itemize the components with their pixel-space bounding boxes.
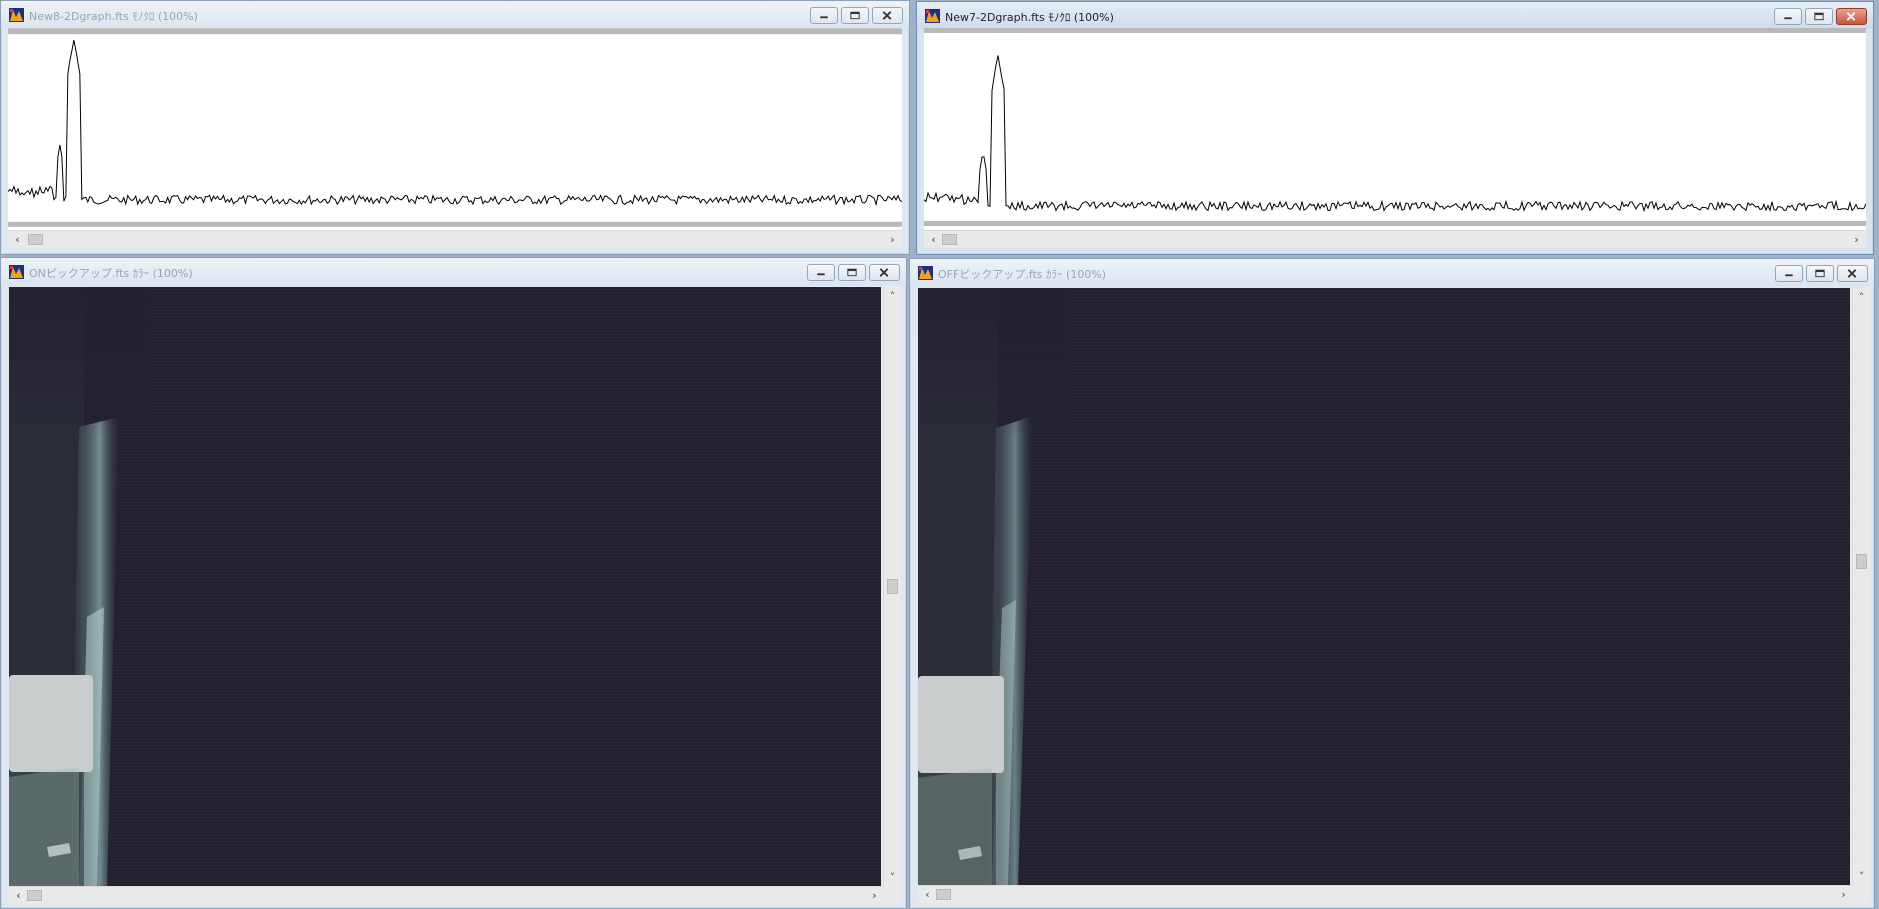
scroll-thumb[interactable] <box>887 579 898 594</box>
camera-image-content <box>9 287 149 887</box>
scroll-thumb[interactable] <box>1856 554 1867 569</box>
resize-grip[interactable] <box>884 887 901 904</box>
close-icon <box>882 11 892 20</box>
plot-top-bar <box>8 28 902 35</box>
spectrum-plot <box>8 28 902 227</box>
horizontal-scrollbar[interactable]: ‹ › <box>8 230 902 248</box>
minimize-button[interactable] <box>810 7 838 24</box>
fits-app-icon <box>918 266 933 280</box>
fits-app-icon <box>9 8 24 22</box>
maximize-button[interactable] <box>1805 8 1833 25</box>
close-icon <box>879 268 889 277</box>
vertical-scrollbar[interactable]: ˄ ˅ <box>883 287 901 887</box>
scroll-right-button[interactable]: › <box>867 888 882 903</box>
horizontal-scrollbar[interactable]: ‹ › <box>924 230 1866 248</box>
maximize-button[interactable] <box>838 264 866 281</box>
maximize-icon <box>1815 269 1825 278</box>
scroll-left-button[interactable]: ‹ <box>10 232 25 247</box>
image-area: ˄ ˅ ‹ › <box>9 287 901 904</box>
plot-top-bar <box>924 28 1866 33</box>
title-bar[interactable]: OFFピックアップ.fts ｶﾗｰ (100%) <box>910 259 1874 286</box>
minimize-icon <box>1785 274 1793 277</box>
vertical-scrollbar[interactable]: ˄ ˅ <box>1852 288 1870 886</box>
title-bar[interactable]: New8-2Dgraph.fts ﾓﾉｸﾛ (100%) <box>1 1 909 28</box>
fits-app-icon <box>9 265 24 279</box>
horizontal-scrollbar[interactable]: ‹ › <box>9 886 884 904</box>
scroll-thumb[interactable] <box>936 889 951 900</box>
camera-image-content <box>918 288 1068 886</box>
scroll-left-button[interactable]: ‹ <box>920 887 935 902</box>
scroll-right-button[interactable]: › <box>885 232 900 247</box>
graph-window-new8[interactable]: New8-2Dgraph.fts ﾓﾉｸﾛ (100%) ‹ › <box>0 0 910 255</box>
window-title: New7-2Dgraph.fts ﾓﾉｸﾛ (100%) <box>945 11 1114 24</box>
scroll-down-button[interactable]: ˅ <box>1854 869 1869 884</box>
minimize-icon <box>820 16 828 19</box>
scroll-right-button[interactable]: › <box>1849 232 1864 247</box>
minimize-button[interactable] <box>1775 265 1803 282</box>
minimize-button[interactable] <box>1774 8 1802 25</box>
maximize-icon <box>847 268 857 277</box>
resize-grip[interactable] <box>1853 886 1870 903</box>
maximize-button[interactable] <box>1806 265 1834 282</box>
plot-bottom-bar <box>8 221 902 227</box>
spectrum-trace <box>8 39 902 207</box>
minimize-button[interactable] <box>807 264 835 281</box>
plot-bottom-bar <box>924 221 1866 226</box>
maximize-button[interactable] <box>841 7 869 24</box>
graph-area: ‹ › <box>8 28 902 248</box>
graph-window-new7[interactable]: New7-2Dgraph.fts ﾓﾉｸﾛ (100%) ‹ › <box>916 1 1874 255</box>
window-title: New8-2Dgraph.fts ﾓﾉｸﾛ (100%) <box>29 10 198 23</box>
horizontal-scrollbar[interactable]: ‹ › <box>918 885 1853 903</box>
graph-area: ‹ › <box>924 28 1866 248</box>
close-button[interactable] <box>869 264 900 281</box>
close-button[interactable] <box>1836 8 1867 25</box>
close-icon <box>1846 12 1856 21</box>
spectrum-trace <box>924 55 1866 213</box>
window-title: OFFピックアップ.fts ｶﾗｰ (100%) <box>938 268 1107 281</box>
scroll-left-button[interactable]: ‹ <box>11 888 26 903</box>
close-button[interactable] <box>872 7 903 24</box>
spectrum-plot <box>924 28 1866 226</box>
close-icon <box>1847 269 1857 278</box>
scroll-up-button[interactable]: ˄ <box>1854 290 1869 305</box>
title-bar[interactable]: ONピックアップ.fts ｶﾗｰ (100%) <box>1 258 906 285</box>
fits-app-icon <box>925 9 940 23</box>
scroll-right-button[interactable]: › <box>1836 887 1851 902</box>
image-window-off-pickup[interactable]: OFFピックアップ.fts ｶﾗｰ (100%) ˄ ˅ ‹ › <box>909 258 1875 909</box>
scroll-down-button[interactable]: ˅ <box>885 870 900 885</box>
camera-image <box>918 288 1850 886</box>
scroll-left-button[interactable]: ‹ <box>926 232 941 247</box>
close-button[interactable] <box>1837 265 1868 282</box>
window-title: ONピックアップ.fts ｶﾗｰ (100%) <box>29 267 193 280</box>
minimize-icon <box>1784 17 1792 20</box>
scroll-up-button[interactable]: ˄ <box>885 289 900 304</box>
minimize-icon <box>817 273 825 276</box>
scroll-thumb[interactable] <box>942 234 957 245</box>
maximize-icon <box>1814 12 1824 21</box>
image-window-on-pickup[interactable]: ONピックアップ.fts ｶﾗｰ (100%) ˄ ˅ ‹ › <box>0 257 907 909</box>
maximize-icon <box>850 11 860 20</box>
camera-image <box>9 287 881 887</box>
scroll-thumb[interactable] <box>28 234 43 245</box>
title-bar[interactable]: New7-2Dgraph.fts ﾓﾉｸﾛ (100%) <box>917 2 1873 29</box>
scroll-thumb[interactable] <box>27 890 42 901</box>
image-area: ˄ ˅ ‹ › <box>918 288 1870 903</box>
